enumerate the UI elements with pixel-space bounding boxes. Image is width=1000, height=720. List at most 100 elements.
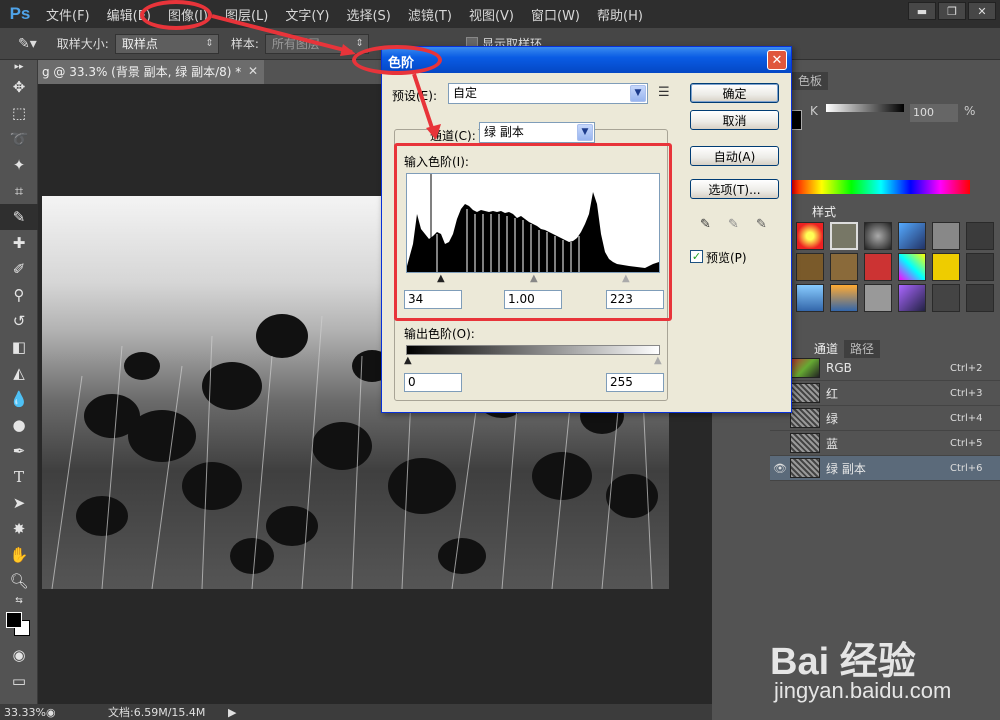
menu-file[interactable]: 文件(F) [46, 5, 90, 24]
photoshop-logo: Ps [9, 4, 31, 23]
close-button[interactable]: ✕ [968, 2, 996, 20]
menu-layer[interactable]: 图层(L) [225, 5, 268, 24]
shape-tool-icon[interactable]: ✸ [0, 516, 38, 542]
style-swatch[interactable] [966, 222, 994, 250]
output-white-slider[interactable]: ▲ [654, 355, 662, 366]
menu-view[interactable]: 视图(V) [469, 5, 514, 24]
menu-select[interactable]: 选择(S) [346, 5, 390, 24]
style-swatch[interactable] [966, 253, 994, 281]
status-icon[interactable]: ◉ [46, 706, 86, 719]
style-swatch[interactable] [864, 222, 892, 250]
status-menu-icon[interactable]: ▶ [216, 706, 236, 719]
eyedropper-tool-icon[interactable]: ✎▾ [18, 36, 37, 52]
preview-checkbox[interactable]: ✓ [690, 250, 703, 263]
output-levels-label: 输出色阶(O): [404, 327, 475, 341]
k-channel-label: K [810, 104, 818, 118]
k-slider[interactable] [826, 104, 904, 112]
eye-icon[interactable]: 👁︎ [770, 462, 790, 475]
chevron-down-icon: ▼ [630, 85, 646, 102]
preset-value: 自定 [453, 86, 478, 100]
healing-tool-icon[interactable]: ✚ [0, 230, 38, 256]
quick-mask-icon[interactable]: ◉ [0, 642, 38, 668]
menu-filter[interactable]: 滤镜(T) [408, 5, 452, 24]
marquee-tool-icon[interactable]: ⬚ [0, 100, 38, 126]
output-white-field[interactable]: 255 [606, 373, 664, 392]
channel-row[interactable]: 绿 Ctrl+4 [770, 406, 1000, 431]
style-swatch[interactable] [830, 253, 858, 281]
blur-tool-icon[interactable]: 💧 [0, 386, 38, 412]
style-swatch[interactable] [932, 222, 960, 250]
style-swatch[interactable] [864, 253, 892, 281]
auto-button[interactable]: 自动(A) [690, 146, 779, 166]
cancel-button[interactable]: 取消 [690, 110, 779, 130]
white-eyedropper-icon[interactable]: ✎ [756, 217, 772, 233]
styles-panel-tab[interactable]: 样式 [806, 203, 843, 221]
style-swatch[interactable] [932, 284, 960, 312]
minimize-button[interactable]: ▬ [908, 2, 936, 20]
pen-tool-icon[interactable]: ✒ [0, 438, 38, 464]
style-swatch[interactable] [796, 253, 824, 281]
tab-close-icon[interactable]: ✕ [248, 64, 258, 78]
lasso-tool-icon[interactable]: ➰ [0, 126, 38, 152]
menu-window[interactable]: 窗口(W) [531, 5, 580, 24]
screen-mode-icon[interactable]: ▭ [0, 668, 38, 694]
swatches-panel-tab[interactable]: 色板 [792, 72, 828, 90]
style-swatch[interactable] [966, 284, 994, 312]
ok-button[interactable]: 确定 [690, 83, 779, 103]
style-swatch[interactable] [898, 222, 926, 250]
style-swatch[interactable] [796, 222, 824, 250]
brush-tool-icon[interactable]: ✐ [0, 256, 38, 282]
preset-options-icon[interactable]: ☰ [658, 85, 670, 100]
k-value-input[interactable]: 100 [910, 104, 958, 122]
hand-tool-icon[interactable]: ✋ [0, 542, 38, 568]
restore-button[interactable]: ❐ [938, 2, 966, 20]
move-tool-icon[interactable]: ✥ [0, 74, 38, 100]
output-black-slider[interactable]: ▲ [404, 355, 412, 366]
gray-eyedropper-icon[interactable]: ✎ [728, 217, 744, 233]
chevron-down-icon: ▼ [577, 124, 593, 141]
style-swatch[interactable] [898, 284, 926, 312]
style-swatch[interactable] [830, 284, 858, 312]
style-swatch[interactable] [898, 253, 926, 281]
zoom-level[interactable]: 33.33% [0, 706, 46, 719]
collapse-icon[interactable]: ▸▸ [0, 60, 38, 74]
sample-size-select[interactable]: 取样点 [114, 33, 219, 54]
sample-select[interactable]: 所有图层 [264, 33, 369, 54]
channel-select[interactable]: 绿 副本 ▼ [479, 122, 595, 143]
options-button[interactable]: 选项(T)... [690, 179, 779, 199]
menu-help[interactable]: 帮助(H) [597, 5, 643, 24]
path-select-icon[interactable]: ➤ [0, 490, 38, 516]
dodge-tool-icon[interactable]: ● [0, 412, 38, 438]
type-tool-icon[interactable]: T [0, 464, 38, 490]
menu-image-annotation [140, 0, 212, 30]
channel-row[interactable]: RGB Ctrl+2 [770, 356, 1000, 381]
doc-info: 文档:6.59M/15.4M [108, 706, 206, 719]
zoom-tool-icon[interactable]: 🔍︎ [0, 568, 38, 594]
style-swatch[interactable] [796, 284, 824, 312]
eyedropper-tool-icon[interactable]: ✎ [0, 204, 38, 230]
output-black-field[interactable]: 0 [404, 373, 462, 392]
style-swatch[interactable] [830, 222, 858, 250]
crop-tool-icon[interactable]: ⌗ [0, 178, 38, 204]
eraser-tool-icon[interactable]: ◧ [0, 334, 38, 360]
channel-label: 通道(C): [428, 127, 478, 144]
paint-bucket-icon[interactable]: ◭ [0, 360, 38, 386]
dialog-close-icon[interactable]: ✕ [767, 50, 787, 70]
color-swatches-icon[interactable] [0, 608, 38, 642]
style-swatch[interactable] [864, 284, 892, 312]
color-spectrum-bar[interactable] [792, 180, 970, 194]
stamp-tool-icon[interactable]: ⚲ [0, 282, 38, 308]
magic-wand-tool-icon[interactable]: ✦ [0, 152, 38, 178]
black-eyedropper-icon[interactable]: ✎ [700, 217, 716, 233]
styles-grid [796, 222, 997, 312]
channel-row[interactable]: 红 Ctrl+3 [770, 381, 1000, 406]
swap-colors-icon[interactable]: ⇆ [0, 594, 38, 608]
channel-row-selected[interactable]: 👁︎ 绿 副本 Ctrl+6 [770, 456, 1000, 481]
preset-select[interactable]: 自定 ▼ [448, 83, 648, 104]
dialog-title-bar[interactable]: 色阶 ✕ [382, 47, 791, 73]
history-brush-icon[interactable]: ↺ [0, 308, 38, 334]
channel-row[interactable]: 蓝 Ctrl+5 [770, 431, 1000, 456]
style-swatch[interactable] [932, 253, 960, 281]
menu-type[interactable]: 文字(Y) [285, 5, 329, 24]
document-tab[interactable]: g @ 33.3% (背景 副本, 绿 副本/8) * [38, 60, 264, 84]
